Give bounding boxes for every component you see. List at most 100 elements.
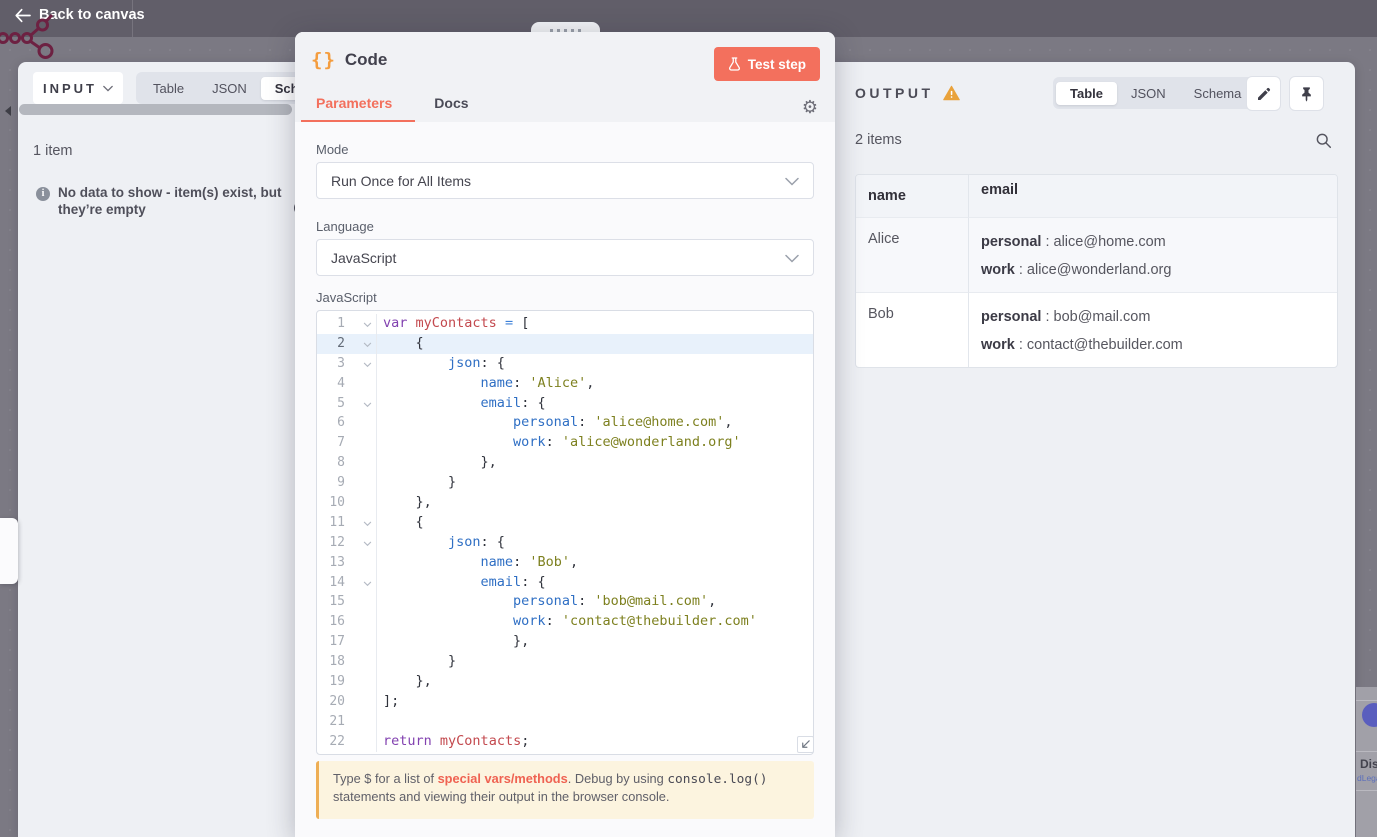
input-source-dropdown[interactable]: INPUT — [33, 72, 123, 104]
line-number: 3 — [337, 355, 345, 371]
code-line-12[interactable]: 12 json: { — [317, 532, 813, 553]
line-number: 21 — [329, 713, 345, 729]
output-tab-schema[interactable]: Schema — [1180, 82, 1256, 105]
topbar-divider — [132, 0, 133, 37]
fold-gutter[interactable] — [345, 493, 377, 513]
input-empty-message: No data to show - item(s) exist, but the… — [58, 185, 282, 217]
modal-tab-parameters[interactable]: Parameters — [316, 95, 392, 122]
code-line-8[interactable]: 8 }, — [317, 453, 813, 474]
modal-tab-docs[interactable]: Docs — [434, 95, 468, 122]
fold-gutter[interactable] — [345, 731, 377, 752]
active-tab-underline — [301, 119, 415, 122]
code-line-15[interactable]: 15 personal: 'bob@mail.com', — [317, 592, 813, 613]
fold-gutter[interactable] — [345, 652, 377, 673]
fold-gutter[interactable] — [345, 373, 377, 394]
cell-email: personal : bob@mail.com work : contact@th… — [981, 309, 1183, 353]
line-number: 8 — [337, 455, 345, 471]
input-items-count: 1 item — [33, 143, 73, 159]
code-line-22[interactable]: 22 return myContacts; — [317, 731, 813, 752]
code-text: }, — [383, 454, 497, 471]
search-icon[interactable] — [1315, 132, 1332, 154]
fold-gutter[interactable] — [345, 353, 377, 374]
fold-gutter[interactable] — [345, 572, 377, 593]
code-line-2[interactable]: 2 { — [317, 333, 813, 354]
edit-output-button[interactable] — [1246, 76, 1281, 111]
code-line-18[interactable]: 18 } — [317, 652, 813, 673]
code-line-5[interactable]: 5 email: { — [317, 393, 813, 414]
fold-gutter[interactable] — [345, 393, 377, 414]
line-number: 15 — [329, 594, 345, 610]
node-settings-gear-icon[interactable]: ⚙ — [802, 98, 818, 116]
code-line-7[interactable]: 7 work: 'alice@wonderland.org' — [317, 433, 813, 454]
code-text: ]; — [383, 692, 400, 709]
code-text: personal: 'alice@home.com', — [513, 414, 733, 431]
fold-gutter[interactable] — [345, 512, 377, 533]
fold-gutter[interactable] — [345, 532, 377, 553]
fold-gutter[interactable] — [345, 473, 377, 494]
output-table: name email Alice personal : alice@home.com w… — [855, 174, 1338, 368]
fold-gutter[interactable] — [345, 433, 377, 454]
special-vars-link[interactable]: special vars/methods — [438, 771, 568, 786]
code-node-modal: {} Code Test step Parameters Docs ⚙ Mode … — [295, 32, 835, 837]
node-title: Code — [344, 50, 388, 69]
code-line-14[interactable]: 14 email: { — [317, 572, 813, 593]
test-step-button[interactable]: Test step — [713, 47, 820, 81]
code-line-6[interactable]: 6 personal: 'alice@home.com', — [317, 413, 813, 434]
code-line-1[interactable]: 1 var myContacts = [ — [317, 314, 813, 334]
fold-gutter[interactable] — [345, 691, 377, 712]
cell-name: Bob — [856, 293, 969, 367]
code-line-16[interactable]: 16 work: 'contact@thebuilder.com' — [317, 612, 813, 633]
line-number: 18 — [329, 654, 345, 670]
output-tab-json[interactable]: JSON — [1117, 82, 1180, 105]
input-horizontal-scrollbar[interactable] — [19, 104, 292, 115]
fragment-avatar — [1362, 703, 1377, 727]
line-number: 12 — [329, 534, 345, 550]
code-line-9[interactable]: 9 } — [317, 473, 813, 494]
code-line-11[interactable]: 11 { — [317, 512, 813, 533]
fold-gutter[interactable] — [345, 672, 377, 692]
flask-icon — [728, 57, 740, 71]
code-editor[interactable]: 1 var myContacts = [2 {3 json: {4 name: '… — [316, 310, 814, 755]
fold-gutter[interactable] — [345, 552, 377, 573]
code-line-20[interactable]: 20]; — [317, 691, 813, 712]
editor-hint-notice: Type $ for a list of special vars/method… — [316, 761, 814, 819]
fold-gutter[interactable] — [345, 314, 377, 334]
code-line-13[interactable]: 13 name: 'Bob', — [317, 552, 813, 573]
code-text: }, — [383, 633, 530, 650]
code-text: json: { — [448, 354, 505, 371]
fragment-sublabel: dLega — [1357, 773, 1377, 783]
line-number: 2 — [337, 335, 345, 351]
language-select[interactable]: JavaScript — [316, 239, 814, 276]
code-text: } — [383, 653, 457, 670]
input-tab-json[interactable]: JSON — [198, 77, 261, 100]
fold-gutter[interactable] — [345, 612, 377, 633]
pin-data-button[interactable] — [1289, 76, 1324, 111]
code-text: name: 'Bob', — [480, 553, 579, 570]
mode-select[interactable]: Run Once for All Items — [316, 162, 814, 199]
line-number: 7 — [337, 435, 345, 451]
fold-gutter[interactable] — [345, 453, 377, 474]
left-panel-handle[interactable] — [0, 518, 18, 584]
code-text: email: { — [480, 394, 546, 411]
fold-gutter[interactable] — [345, 413, 377, 434]
code-line-17[interactable]: 17 }, — [317, 632, 813, 653]
pencil-icon — [1257, 87, 1270, 100]
code-line-21[interactable]: 21 — [317, 711, 813, 732]
line-number: 11 — [329, 514, 345, 530]
code-line-19[interactable]: 19 }, — [317, 672, 813, 692]
table-row[interactable]: Alice personal : alice@home.com work : ali… — [856, 218, 1337, 293]
fold-gutter[interactable] — [345, 711, 377, 732]
fold-gutter[interactable] — [345, 333, 377, 354]
table-row[interactable]: Bob personal : bob@mail.com work : contact… — [856, 293, 1337, 367]
scroll-left-arrow-icon[interactable] — [5, 106, 11, 116]
code-text: work: 'alice@wonderland.org' — [513, 434, 741, 451]
fragment-label: Dis — [1360, 757, 1377, 771]
input-tab-table[interactable]: Table — [139, 77, 198, 100]
output-tab-table[interactable]: Table — [1056, 81, 1117, 105]
fold-gutter[interactable] — [345, 592, 377, 613]
code-line-4[interactable]: 4 name: 'Alice', — [317, 373, 813, 394]
fold-gutter[interactable] — [345, 632, 377, 653]
code-line-3[interactable]: 3 json: { — [317, 353, 813, 374]
editor-resize-grip[interactable] — [797, 736, 814, 753]
code-line-10[interactable]: 10 }, — [317, 493, 813, 513]
